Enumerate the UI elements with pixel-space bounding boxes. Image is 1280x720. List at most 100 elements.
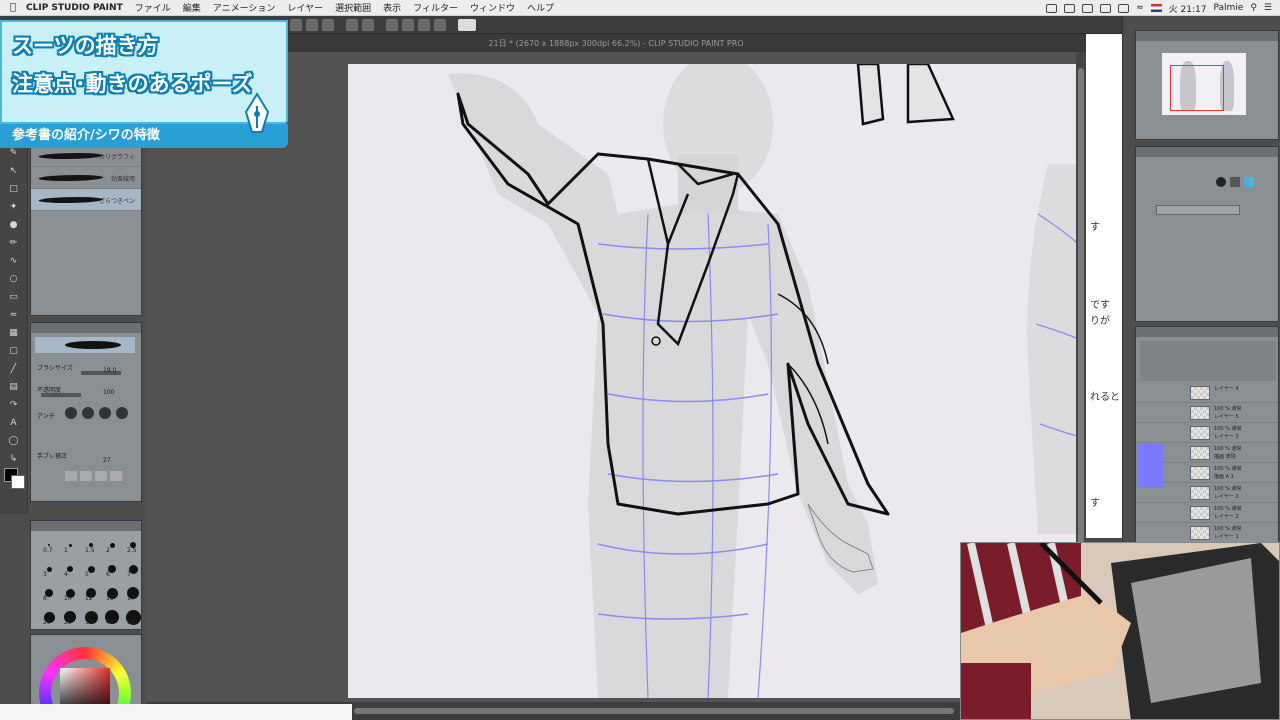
expression-color-select[interactable] bbox=[1156, 205, 1240, 215]
help-button[interactable] bbox=[458, 19, 476, 31]
layer-label: レイヤー 1 bbox=[1214, 534, 1239, 540]
battery-icon[interactable] bbox=[1118, 3, 1130, 13]
layer-blend-mode: 100 % 通常 bbox=[1214, 486, 1242, 492]
clear-button[interactable] bbox=[346, 19, 358, 31]
shield-icon[interactable] bbox=[1064, 3, 1076, 13]
blend-tool-icon[interactable]: ≈ bbox=[7, 310, 20, 321]
navigator-view-box[interactable] bbox=[1170, 65, 1224, 111]
menu-filter[interactable]: フィルター bbox=[413, 1, 458, 14]
stabilize-value[interactable]: 27 bbox=[103, 457, 111, 464]
brush-size-label: 3 bbox=[43, 571, 47, 578]
correction-buttons[interactable] bbox=[65, 471, 129, 481]
eyedropper-tool-icon[interactable]: ● bbox=[7, 220, 20, 231]
notification-icon[interactable]: ☰ bbox=[1264, 3, 1272, 13]
fill-button[interactable] bbox=[362, 19, 374, 31]
brush-size-label: 1.5 bbox=[85, 547, 95, 554]
input-flag-icon[interactable] bbox=[1150, 4, 1162, 12]
opacity-value[interactable]: 100 bbox=[103, 389, 114, 396]
layer-blend-mode: 100 % 通常 bbox=[1214, 506, 1242, 512]
display-icon[interactable] bbox=[1046, 3, 1058, 13]
pencil-tool-icon[interactable]: ✏ bbox=[7, 238, 20, 249]
wand-tool-icon[interactable]: ✦ bbox=[7, 202, 20, 213]
layer-thumbnail bbox=[1190, 406, 1210, 420]
layer-name: 100 % 通常 レイヤー 1 bbox=[1214, 525, 1241, 541]
brush-name: ざらつきペン bbox=[98, 198, 135, 205]
menu-edit[interactable]: 編集 bbox=[183, 1, 201, 14]
brush-size-option[interactable] bbox=[46, 566, 52, 572]
deselect-button[interactable] bbox=[402, 19, 414, 31]
doc-text: す bbox=[1090, 222, 1100, 233]
cloud-icon[interactable] bbox=[1082, 3, 1094, 13]
brush-item[interactable]: 効果線用 bbox=[31, 167, 141, 189]
brush-preview bbox=[37, 175, 105, 181]
layer-thumbnail bbox=[1190, 426, 1210, 440]
menu-view[interactable]: 表示 bbox=[383, 1, 401, 14]
menu-layer[interactable]: レイヤー bbox=[287, 1, 323, 14]
layer-label: レイヤー 3 bbox=[1214, 434, 1239, 440]
brush-size-option[interactable] bbox=[48, 544, 50, 546]
background-color-swatch[interactable] bbox=[11, 475, 25, 489]
layer-row[interactable]: レイヤー 4 bbox=[1136, 383, 1278, 403]
menu-window[interactable]: ウィンドウ bbox=[470, 1, 515, 14]
brush-preview bbox=[37, 197, 105, 203]
layer-row[interactable]: 100 % 通常 レイヤー 3 bbox=[1136, 423, 1278, 443]
airplay-icon[interactable] bbox=[1100, 3, 1112, 13]
brush-size-label: 50 bbox=[127, 619, 135, 626]
wifi-icon[interactable]: ≈ bbox=[1136, 3, 1144, 13]
doc-text: す bbox=[1090, 498, 1100, 509]
layer-label: レイヤー 5 bbox=[1214, 414, 1239, 420]
hand-drawing-video bbox=[961, 543, 1279, 719]
brush-size-label: 2 bbox=[106, 547, 110, 554]
brush-item-selected[interactable]: ざらつきペン bbox=[31, 189, 141, 211]
brush-size-option[interactable] bbox=[68, 543, 72, 547]
layer-label: レイヤー 2 bbox=[1214, 514, 1239, 520]
redo-button[interactable] bbox=[306, 19, 318, 31]
clock[interactable]: 火 21:17 bbox=[1169, 2, 1207, 15]
gradient-tool-icon[interactable]: ▢ bbox=[7, 346, 20, 357]
fill-tool-icon[interactable]: ▦ bbox=[7, 328, 20, 339]
menu-selection[interactable]: 選択範囲 bbox=[335, 1, 371, 14]
move-tool-icon[interactable]: ↖ bbox=[7, 166, 20, 177]
layer-toolbar[interactable] bbox=[1140, 341, 1276, 381]
layer-name: レイヤー 4 bbox=[1214, 385, 1239, 393]
layer-name: 100 % 通常 描画 表現 bbox=[1214, 445, 1241, 461]
sub-tool-panel: カリグラフィ 効果線用 ざらつきペン bbox=[30, 144, 142, 316]
brush-tool-icon[interactable]: ∿ bbox=[7, 256, 20, 267]
layer-row[interactable]: 100 % 通常 レイヤー 1 bbox=[1136, 523, 1278, 543]
menu-animation[interactable]: アニメーション bbox=[213, 1, 276, 14]
cut-button[interactable] bbox=[322, 19, 334, 31]
airbrush-tool-icon[interactable]: ○ bbox=[7, 274, 20, 285]
correct-line-tool-icon[interactable]: ↳ bbox=[7, 454, 20, 465]
menu-help[interactable]: ヘルプ bbox=[527, 1, 554, 14]
spotlight-icon[interactable]: ⚲ bbox=[1250, 3, 1257, 13]
select-tool-icon[interactable]: □ bbox=[7, 184, 20, 195]
layer-thumbnail bbox=[1190, 526, 1210, 540]
user-name[interactable]: Palmie bbox=[1213, 3, 1243, 13]
invert-button[interactable] bbox=[418, 19, 430, 31]
layer-row[interactable]: 100 % 通常 レイヤー 2 bbox=[1136, 503, 1278, 523]
pen-tool-icon[interactable]: ✎ bbox=[7, 148, 20, 159]
banner-title-line1: スーツの描き方 bbox=[12, 34, 159, 58]
antialias-options[interactable] bbox=[65, 407, 135, 421]
brush-size-value[interactable]: 19.0 bbox=[103, 367, 116, 374]
layer-property-panel bbox=[1135, 146, 1279, 322]
eraser-tool-icon[interactable]: ▭ bbox=[7, 292, 20, 303]
balloon-tool-icon[interactable]: ◯ bbox=[7, 436, 20, 447]
apple-icon[interactable]:  bbox=[0, 2, 26, 13]
brush-size-option[interactable] bbox=[109, 542, 115, 548]
undo-button[interactable] bbox=[290, 19, 302, 31]
effect-buttons[interactable] bbox=[1216, 177, 1266, 187]
snap-button[interactable] bbox=[434, 19, 446, 31]
layer-row[interactable]: 100 % 通常 レイヤー 5 bbox=[1136, 403, 1278, 423]
transform-button[interactable] bbox=[386, 19, 398, 31]
menu-file[interactable]: ファイル bbox=[135, 1, 171, 14]
brush-item[interactable]: カリグラフィ bbox=[31, 145, 141, 167]
figure-tool-icon[interactable]: ╱ bbox=[7, 364, 20, 375]
app-name-menu[interactable]: CLIP STUDIO PAINT bbox=[26, 3, 123, 13]
webcam-overlay bbox=[960, 542, 1280, 720]
text-tool-icon[interactable]: A bbox=[7, 418, 20, 429]
doc-text: です bbox=[1090, 300, 1110, 311]
ruler-tool-icon[interactable]: ↷ bbox=[7, 400, 20, 411]
opacity-slider[interactable] bbox=[41, 393, 81, 397]
frame-tool-icon[interactable]: ▤ bbox=[7, 382, 20, 393]
